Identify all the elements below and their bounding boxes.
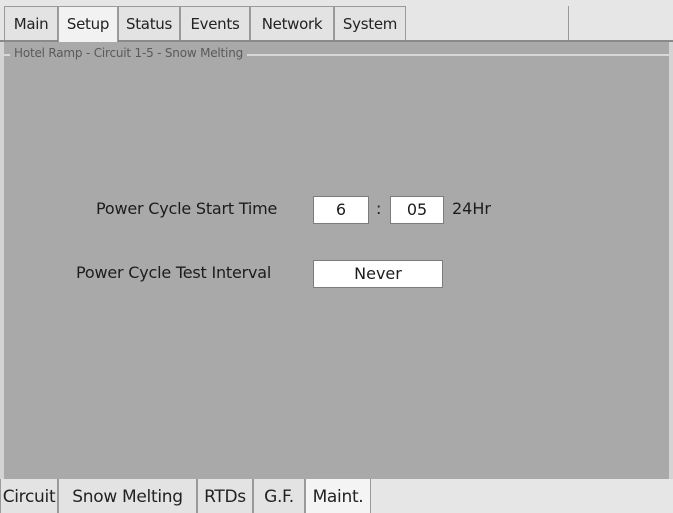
tab-circuit[interactable]: Circuit [0,479,58,513]
tab-rtds[interactable]: RTDs [197,479,253,513]
time-unit-label: 24Hr [452,199,491,218]
test-interval-label: Power Cycle Test Interval [76,263,272,282]
start-minute-field[interactable]: 05 [390,196,444,224]
bottom-tab-bar: Circuit Snow Melting RTDs G.F. Maint. [0,479,673,513]
group-box-title: Hotel Ramp - Circuit 1-5 - Snow Melting [10,45,248,61]
tab-network[interactable]: Network [250,6,334,40]
tab-setup[interactable]: Setup [58,6,118,42]
start-hour-field[interactable]: 6 [313,196,369,224]
time-separator: : [376,199,382,218]
tab-maint[interactable]: Maint. [305,479,371,513]
tab-snow-melting[interactable]: Snow Melting [58,479,197,513]
hmi-screen: Main Setup Status Events Network System … [0,0,673,513]
tab-status[interactable]: Status [118,6,180,40]
tab-system[interactable]: System [334,6,406,40]
maintenance-panel: Hotel Ramp - Circuit 1-5 - Snow Melting … [4,42,669,479]
tab-divider [568,6,569,40]
top-tab-bar: Main Setup Status Events Network System [0,0,673,42]
tab-gf[interactable]: G.F. [253,479,305,513]
tab-events[interactable]: Events [180,6,250,40]
tab-main[interactable]: Main [4,6,58,40]
start-time-label: Power Cycle Start Time [96,199,278,218]
test-interval-field[interactable]: Never [313,260,443,288]
